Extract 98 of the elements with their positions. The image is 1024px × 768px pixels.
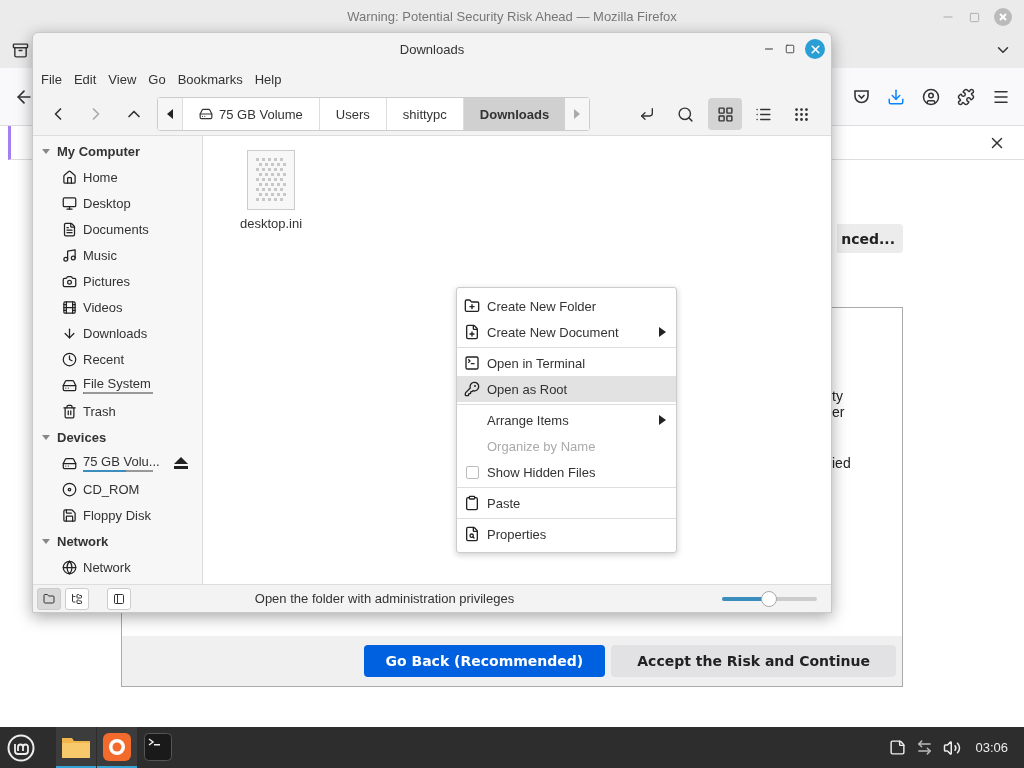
trash-icon (62, 403, 77, 419)
text-fragment: ied (832, 455, 852, 471)
expanded-triangle-icon[interactable] (41, 536, 51, 546)
eject-icon[interactable] (174, 457, 188, 469)
sidebar-item[interactable]: Recent (83, 351, 188, 367)
checkbox[interactable] (465, 465, 479, 479)
section-heading: Devices (57, 429, 107, 445)
menu-item[interactable]: Bookmarks (171, 71, 249, 87)
home-icon (62, 169, 77, 185)
save-badge-icon[interactable] (853, 88, 870, 105)
sidebar-item[interactable]: Trash (83, 403, 188, 419)
expanded-triangle-icon[interactable] (41, 146, 51, 156)
sidebar-item[interactable]: File System (83, 376, 188, 391)
globe-icon (62, 559, 77, 575)
grid-view-button[interactable] (708, 98, 743, 130)
sidebar-item[interactable]: 75 GB Volu... (83, 454, 168, 469)
status-text: Open the folder with administration privileges (254, 591, 515, 606)
search-icon (676, 105, 694, 123)
camera-icon (62, 273, 77, 289)
expanded-triangle-icon[interactable] (41, 432, 51, 442)
folder-icon (43, 592, 55, 605)
text-fragment: ty (832, 388, 844, 404)
text-fragment: er (832, 404, 846, 420)
menu-item[interactable]: Open as Root (457, 376, 676, 402)
menu-item[interactable]: Paste (457, 490, 676, 516)
scroll-left-button[interactable] (158, 98, 182, 130)
clock-icon (62, 351, 77, 367)
menu-item[interactable]: View (102, 71, 143, 87)
sidebar-item[interactable]: Floppy Disk (83, 507, 188, 523)
accept-risk-button[interactable]: Accept the Risk and Continue (611, 645, 896, 677)
clipboard-icon (464, 495, 480, 511)
sidebar-item[interactable]: Documents (83, 221, 188, 237)
notes-icon[interactable] (889, 739, 907, 756)
disc-icon (62, 481, 77, 497)
account-icon[interactable] (922, 87, 940, 106)
music-note-icon (62, 247, 77, 263)
clock: 03:06 (975, 740, 1008, 755)
terminal-icon (464, 355, 480, 371)
sidebar-item[interactable]: Music (83, 247, 188, 263)
properties-icon (464, 526, 480, 542)
compact-view-icon (792, 105, 810, 123)
key-icon (464, 381, 480, 397)
browser-icon (103, 732, 131, 761)
maximize-icon[interactable] (785, 44, 795, 54)
tree-icon (71, 592, 83, 605)
menu-item[interactable]: Arrange Items (457, 407, 676, 433)
document-icon (62, 221, 77, 237)
path-segment[interactable]: Downloads (462, 98, 566, 130)
sidebar-item[interactable]: Home (83, 169, 188, 185)
sidebar-toggle-button[interactable] (107, 587, 131, 610)
menu-item[interactable]: Help (248, 71, 288, 87)
drive-icon (199, 107, 213, 121)
browser-app-button[interactable] (97, 727, 137, 768)
go-back-button[interactable]: Go Back (Recommended) (363, 645, 606, 677)
sidebar-item[interactable]: Pictures (83, 273, 188, 289)
mint-logo (7, 733, 35, 762)
down-arrow-icon (62, 325, 77, 341)
drive-icon (62, 455, 77, 471)
sidebar-item[interactable]: Videos (83, 299, 188, 315)
right-triangle-icon (574, 109, 581, 119)
floppy-icon (62, 507, 77, 523)
file-name[interactable]: desktop.ini (239, 216, 303, 231)
folder-app-button[interactable] (56, 727, 96, 768)
menu-item[interactable]: Open in Terminal (457, 350, 676, 376)
folder-plus-icon (464, 298, 480, 314)
volume-icon[interactable] (943, 738, 962, 757)
menu-item[interactable]: Edit (67, 71, 103, 87)
drive-icon (62, 377, 77, 393)
menu-item[interactable]: Create New Folder (457, 293, 676, 319)
window-title: Downloads (399, 41, 465, 57)
monitor-icon (62, 195, 77, 211)
sidebar-item[interactable]: CD_ROM (83, 481, 188, 497)
network-icon[interactable] (916, 739, 934, 756)
section-heading: Network (57, 533, 109, 549)
sidebar-item[interactable]: Downloads (83, 325, 188, 341)
menu-item[interactable]: Show Hidden Files (457, 459, 676, 485)
file-plus-icon (464, 324, 480, 340)
menu-item[interactable]: Go (142, 71, 172, 87)
sidebar-item[interactable]: Network (83, 559, 188, 575)
close-icon (808, 42, 822, 56)
menu-item[interactable]: File (35, 71, 68, 87)
return-arrow-icon (639, 106, 656, 122)
close-button[interactable] (805, 39, 825, 59)
film-icon (62, 299, 77, 315)
grid-view-icon (716, 105, 734, 123)
download-icon[interactable] (887, 87, 905, 106)
puzzle-icon[interactable] (957, 87, 975, 106)
section-heading: My Computer (57, 143, 141, 159)
tree-pane-button[interactable] (65, 587, 89, 610)
sidebar-panel-icon (113, 592, 125, 605)
terminal-icon (144, 732, 172, 761)
window-title: Warning: Potential Security Risk Ahead — Mozilla Firefox (347, 8, 677, 24)
sidebar-item[interactable]: Desktop (83, 195, 188, 211)
menu-item[interactable]: Create New Document (457, 319, 676, 345)
menu-item[interactable]: Properties (457, 521, 676, 547)
tab-list-icon[interactable] (12, 41, 29, 59)
advanced-button[interactable]: nced... (837, 224, 903, 253)
left-triangle-icon (167, 109, 173, 119)
